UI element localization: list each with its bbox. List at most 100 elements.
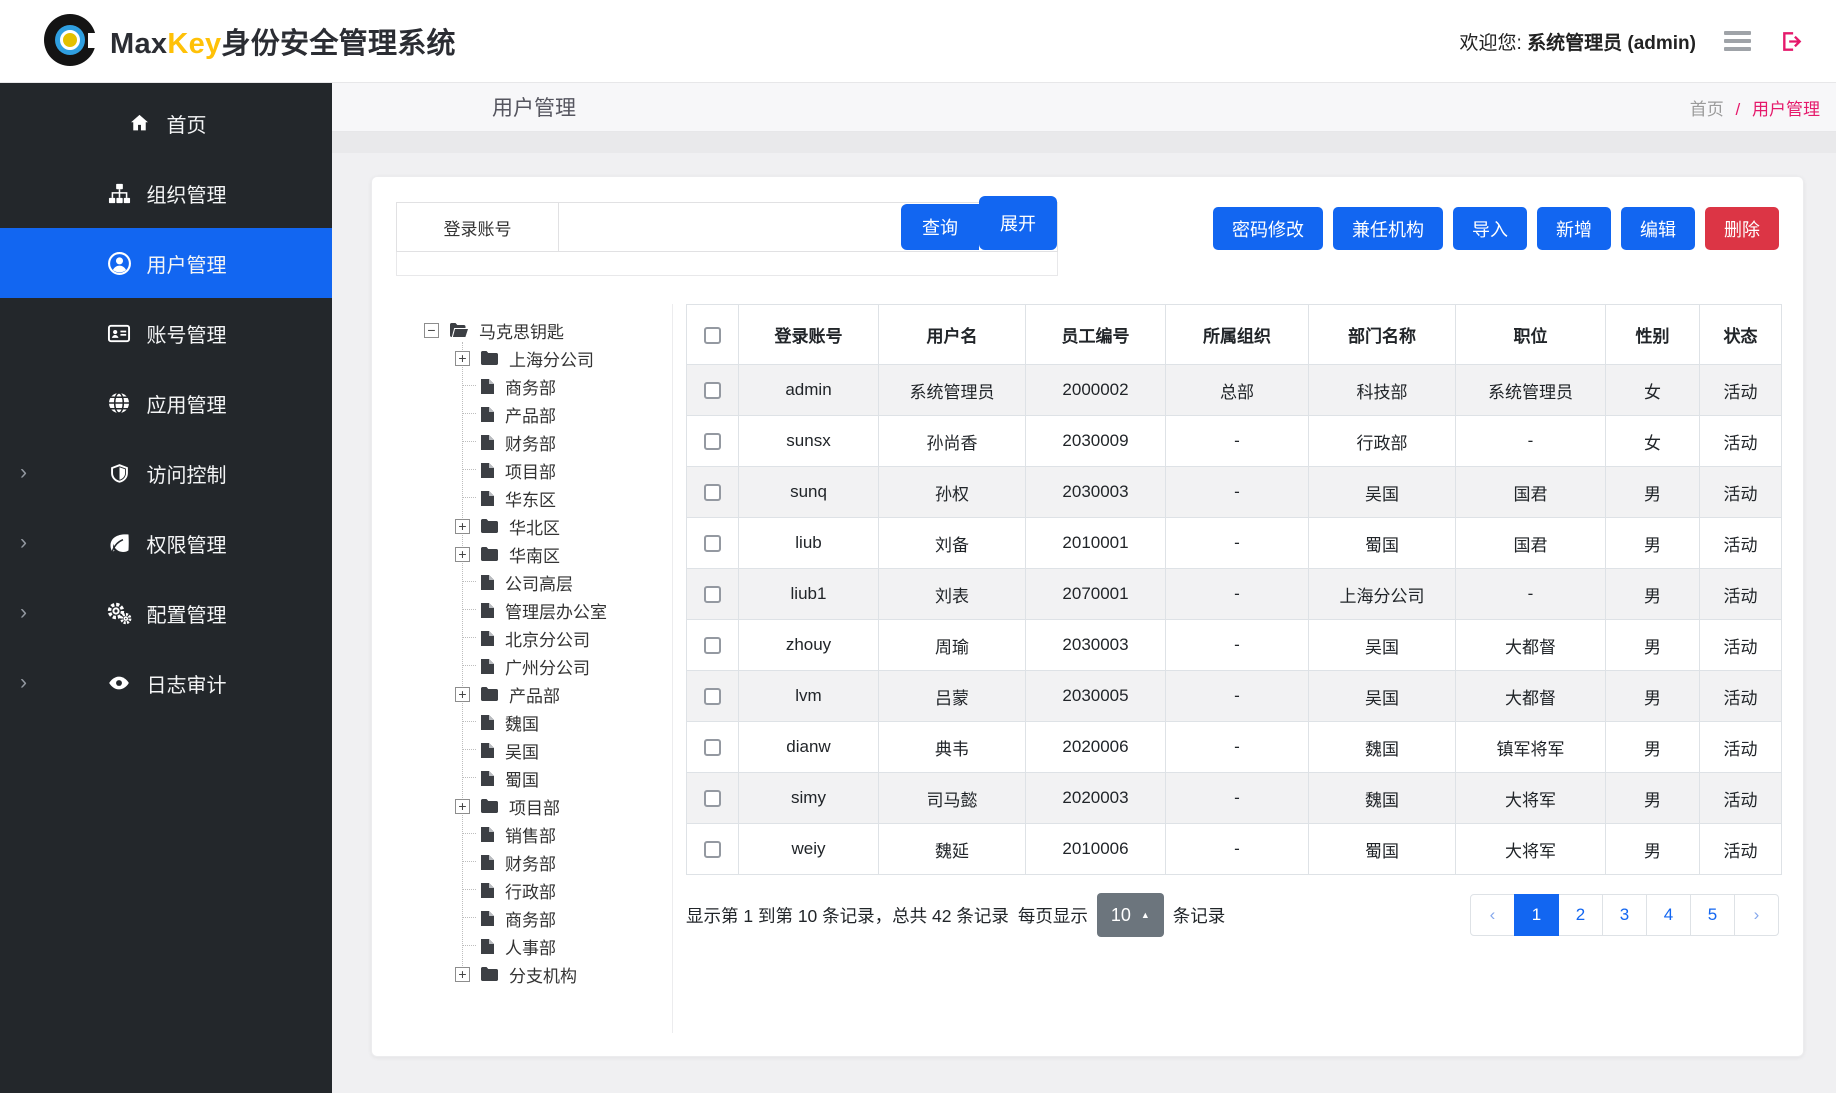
action-button[interactable]: 导入 — [1453, 207, 1527, 250]
tree-node-label[interactable]: 项目部 — [505, 458, 556, 483]
logout-icon[interactable] — [1779, 29, 1806, 54]
tree-node-label[interactable]: 项目部 — [509, 794, 560, 819]
tree-node[interactable]: 马克思钥匙 — [424, 316, 672, 344]
tree-node[interactable]: 管理层办公室 — [455, 596, 672, 624]
row-checkbox[interactable] — [704, 433, 721, 450]
action-button[interactable]: 密码修改 — [1213, 207, 1323, 250]
action-button[interactable]: 兼任机构 — [1333, 207, 1443, 250]
tree-node-label[interactable]: 人事部 — [505, 934, 556, 959]
tree-node[interactable]: 财务部 — [455, 428, 672, 456]
page-button[interactable]: ‹ — [1470, 894, 1515, 936]
table-row[interactable]: liub 刘备 2010001 - 蜀国 国君 男 活动 — [687, 518, 1782, 569]
row-checkbox[interactable] — [704, 382, 721, 399]
tree-node-label[interactable]: 华北区 — [509, 514, 560, 539]
sidebar-item-home[interactable]: 首页 — [0, 88, 332, 158]
tree-node[interactable]: 华南区 — [455, 540, 672, 568]
tree-node-label[interactable]: 分支机构 — [509, 962, 577, 987]
tree-node[interactable]: 产品部 — [455, 680, 672, 708]
query-button[interactable]: 查询 — [901, 204, 979, 250]
page-button[interactable]: 5 — [1690, 894, 1735, 936]
tree-node-label[interactable]: 商务部 — [505, 374, 556, 399]
tree-node[interactable]: 吴国 — [455, 736, 672, 764]
tree-node[interactable]: 蜀国 — [455, 764, 672, 792]
page-button[interactable]: 2 — [1558, 894, 1603, 936]
tree-node-label[interactable]: 行政部 — [505, 878, 556, 903]
tree-expander-icon[interactable] — [455, 547, 470, 562]
tree-node-label[interactable]: 吴国 — [505, 738, 539, 763]
sidebar-item-permission-management[interactable]: › 权限管理 — [0, 508, 332, 578]
sidebar-item-user-management[interactable]: 用户管理 — [0, 228, 332, 298]
tree-node-label[interactable]: 管理层办公室 — [505, 598, 607, 623]
row-checkbox[interactable] — [704, 586, 721, 603]
tree-node[interactable]: 商务部 — [455, 904, 672, 932]
tree-expander-icon[interactable] — [455, 967, 470, 982]
action-button[interactable]: 编辑 — [1621, 207, 1695, 250]
tree-node-label[interactable]: 公司高层 — [505, 570, 573, 595]
page-button[interactable]: › — [1734, 894, 1779, 936]
brand[interactable]: MaxKey身份安全管理系统 — [44, 12, 456, 70]
tree-expander-icon[interactable] — [424, 323, 439, 338]
table-row[interactable]: zhouy 周瑜 2030003 - 吴国 大都督 男 活动 — [687, 620, 1782, 671]
tree-node[interactable]: 项目部 — [455, 456, 672, 484]
table-row[interactable]: simy 司马懿 2020003 - 魏国 大将军 男 活动 — [687, 773, 1782, 824]
tree-node[interactable]: 广州分公司 — [455, 652, 672, 680]
table-row[interactable]: admin 系统管理员 2000002 总部 科技部 系统管理员 女 活动 — [687, 365, 1782, 416]
tree-node-label[interactable]: 财务部 — [505, 850, 556, 875]
row-checkbox[interactable] — [704, 790, 721, 807]
expand-button[interactable]: 展开 — [979, 196, 1057, 250]
sidebar-item-access-control[interactable]: › 访问控制 — [0, 438, 332, 508]
tree-expander-icon[interactable] — [455, 519, 470, 534]
tree-node[interactable]: 财务部 — [455, 848, 672, 876]
tree-node-label[interactable]: 蜀国 — [505, 766, 539, 791]
tree-node[interactable]: 公司高层 — [455, 568, 672, 596]
row-checkbox[interactable] — [704, 484, 721, 501]
tree-node[interactable]: 行政部 — [455, 876, 672, 904]
tree-node-label[interactable]: 魏国 — [505, 710, 539, 735]
sidebar-item-account-management[interactable]: 账号管理 — [0, 298, 332, 368]
action-button[interactable]: 删除 — [1705, 207, 1779, 250]
row-checkbox[interactable] — [704, 535, 721, 552]
action-button[interactable]: 新增 — [1537, 207, 1611, 250]
table-row[interactable]: sunsx 孙尚香 2030009 - 行政部 - 女 活动 — [687, 416, 1782, 467]
tree-node-label[interactable]: 财务部 — [505, 430, 556, 455]
tree-node[interactable]: 魏国 — [455, 708, 672, 736]
tree-node-label[interactable]: 商务部 — [505, 906, 556, 931]
tree-expander-icon[interactable] — [455, 351, 470, 366]
menu-toggle-icon[interactable] — [1722, 25, 1753, 57]
tree-expander-icon[interactable] — [455, 687, 470, 702]
tree-node[interactable]: 商务部 — [455, 372, 672, 400]
sidebar-item-org-management[interactable]: 组织管理 — [0, 158, 332, 228]
tree-node[interactable]: 华北区 — [455, 512, 672, 540]
sidebar-item-audit-log[interactable]: › 日志审计 — [0, 648, 332, 718]
tree-node-label[interactable]: 华南区 — [509, 542, 560, 567]
row-checkbox[interactable] — [704, 739, 721, 756]
tree-node-label[interactable]: 销售部 — [505, 822, 556, 847]
tree-node[interactable]: 项目部 — [455, 792, 672, 820]
tree-node-label[interactable]: 产品部 — [505, 402, 556, 427]
tree-node[interactable]: 上海分公司 — [455, 344, 672, 372]
tree-node-label[interactable]: 上海分公司 — [509, 346, 594, 371]
tree-node-label[interactable]: 产品部 — [509, 682, 560, 707]
tree-node-label[interactable]: 北京分公司 — [505, 626, 590, 651]
tree-node[interactable]: 分支机构 — [455, 960, 672, 988]
select-all-checkbox[interactable] — [704, 327, 721, 344]
tree-node[interactable]: 华东区 — [455, 484, 672, 512]
tree-node-label[interactable]: 华东区 — [505, 486, 556, 511]
table-row[interactable]: dianw 典韦 2020006 - 魏国 镇军将军 男 活动 — [687, 722, 1782, 773]
row-checkbox[interactable] — [704, 688, 721, 705]
row-checkbox[interactable] — [704, 841, 721, 858]
breadcrumb-home-link[interactable]: 首页 — [1690, 100, 1724, 119]
page-button[interactable]: 1 — [1514, 894, 1559, 936]
page-button[interactable]: 4 — [1646, 894, 1691, 936]
tree-node[interactable]: 销售部 — [455, 820, 672, 848]
table-row[interactable]: sunq 孙权 2030003 - 吴国 国君 男 活动 — [687, 467, 1782, 518]
tree-node[interactable]: 北京分公司 — [455, 624, 672, 652]
table-row[interactable]: lvm 吕蒙 2030005 - 吴国 大都督 男 活动 — [687, 671, 1782, 722]
sidebar-item-app-management[interactable]: 应用管理 — [0, 368, 332, 438]
tree-node-label[interactable]: 广州分公司 — [505, 654, 590, 679]
tree-node[interactable]: 产品部 — [455, 400, 672, 428]
table-row[interactable]: weiy 魏延 2010006 - 蜀国 大将军 男 活动 — [687, 824, 1782, 875]
sidebar-item-config-management[interactable]: › 配置管理 — [0, 578, 332, 648]
row-checkbox[interactable] — [704, 637, 721, 654]
table-row[interactable]: liub1 刘表 2070001 - 上海分公司 - 男 活动 — [687, 569, 1782, 620]
